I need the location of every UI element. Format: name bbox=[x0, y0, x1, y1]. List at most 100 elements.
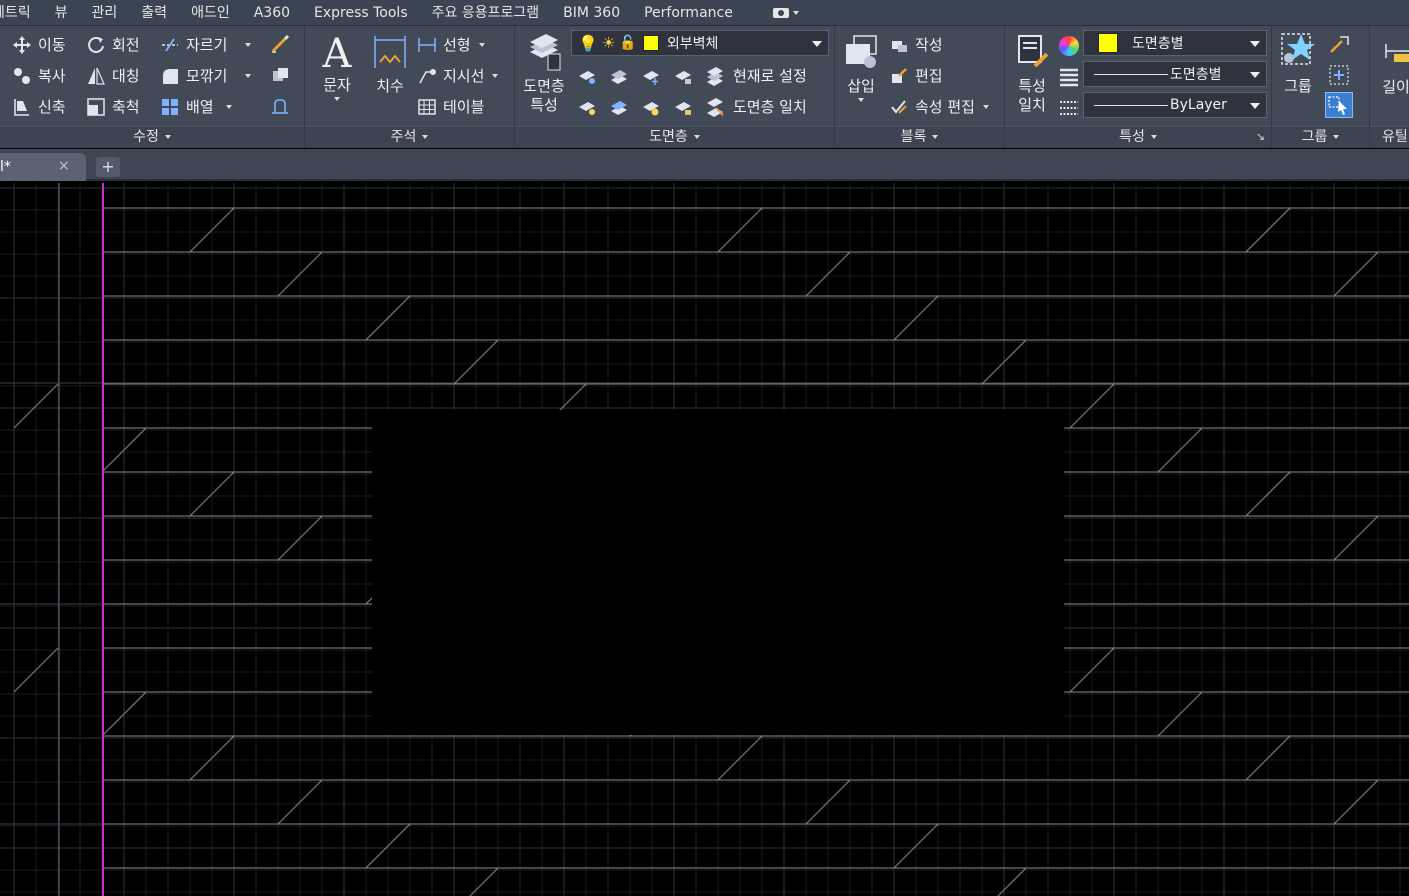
stretch-button[interactable]: 신축 bbox=[12, 96, 66, 117]
ungroup-icon[interactable] bbox=[1328, 34, 1350, 56]
chevron-down-icon bbox=[932, 135, 939, 139]
panel-title-utilities[interactable]: 유틸 bbox=[1370, 126, 1409, 148]
scale-icon bbox=[86, 97, 106, 117]
dimension-button[interactable]: 치수 bbox=[369, 32, 411, 96]
group-selection-icon[interactable] bbox=[1325, 92, 1353, 118]
panel-title-layers-label: 도면층 bbox=[649, 129, 688, 145]
layer-lock-icon[interactable] bbox=[673, 66, 693, 86]
tab-manage[interactable]: 관리 bbox=[80, 0, 130, 26]
explode-icon bbox=[270, 65, 290, 85]
array-icon bbox=[160, 97, 180, 117]
group-button[interactable]: 그룹 bbox=[1276, 30, 1320, 96]
layer-isolate-icon[interactable] bbox=[609, 66, 629, 86]
tab-performance[interactable]: Performance bbox=[632, 0, 745, 26]
tab-express-tools[interactable]: Express Tools bbox=[302, 0, 420, 26]
chevron-down-icon bbox=[812, 41, 822, 47]
tab-geometry[interactable]: 메트릭 bbox=[0, 0, 43, 26]
layer-thaw-icon[interactable] bbox=[641, 97, 661, 117]
layer-unlock-icon[interactable] bbox=[673, 97, 693, 117]
layer-on-icon[interactable] bbox=[577, 97, 597, 117]
edit-block-button[interactable]: 편집 bbox=[889, 65, 943, 86]
group-edit-icon[interactable] bbox=[1328, 64, 1350, 86]
create-block-button[interactable]: 작성 bbox=[889, 34, 943, 55]
panel-title-block[interactable]: 블록 bbox=[835, 126, 1004, 148]
scale-label: 축척 bbox=[112, 98, 140, 116]
chevron-down-icon bbox=[1250, 103, 1260, 109]
layer-tools-row-1: 현재로 설정 bbox=[577, 65, 807, 86]
move-button[interactable]: 이동 bbox=[12, 34, 66, 55]
explode-button[interactable] bbox=[270, 65, 296, 85]
panel-title-properties[interactable]: 특성 ↘ bbox=[1005, 126, 1271, 148]
linetype-dropdown[interactable]: 도면층별 bbox=[1083, 61, 1267, 87]
copy-button[interactable]: 복사 bbox=[12, 65, 66, 86]
measure-button[interactable]: 길이 bbox=[1374, 78, 1409, 97]
edit-attributes-icon bbox=[889, 97, 909, 117]
chevron-down-icon[interactable] bbox=[492, 73, 499, 78]
color-dropdown[interactable]: 도면층별 bbox=[1083, 30, 1267, 56]
layer-match-icon bbox=[705, 97, 725, 117]
tab-view[interactable]: 뷰 bbox=[43, 0, 80, 26]
chevron-down-icon[interactable] bbox=[982, 104, 989, 109]
panel-title-groups[interactable]: 그룹 bbox=[1272, 126, 1369, 148]
chevron-down-icon[interactable] bbox=[225, 104, 232, 109]
chevron-down-icon bbox=[1333, 135, 1340, 139]
layer-properties-label-1: 도면층 bbox=[523, 77, 565, 95]
trim-button[interactable]: 자르기 bbox=[160, 34, 252, 55]
chevron-down-icon[interactable] bbox=[245, 42, 252, 47]
leader-button[interactable]: 지시선 bbox=[417, 65, 499, 86]
text-button[interactable]: A 문자 bbox=[315, 32, 359, 101]
new-tab-button[interactable]: + bbox=[96, 157, 120, 177]
tab-output[interactable]: 출력 bbox=[129, 0, 179, 26]
linear-dimension-button[interactable]: 선형 bbox=[417, 34, 485, 55]
panel-title-modify[interactable]: 수정 bbox=[0, 126, 304, 148]
close-icon[interactable]: × bbox=[58, 158, 70, 174]
panel-title-layers[interactable]: 도면층 bbox=[515, 126, 834, 148]
erase-button[interactable] bbox=[270, 34, 296, 54]
linear-label: 선형 bbox=[443, 36, 471, 54]
color-wheel-icon[interactable] bbox=[1059, 36, 1079, 56]
fillet-button[interactable]: 모깎기 bbox=[160, 65, 252, 86]
text-label: 문자 bbox=[323, 76, 351, 94]
layer-freeze-icon[interactable] bbox=[641, 66, 661, 86]
dialog-launcher-icon[interactable]: ↘ bbox=[1256, 127, 1265, 147]
text-icon: A bbox=[322, 31, 352, 77]
array-button[interactable]: 배열 bbox=[160, 96, 232, 117]
tab-addins[interactable]: 애드인 bbox=[179, 0, 242, 26]
match-properties-icon bbox=[1013, 32, 1051, 77]
match-properties-button[interactable]: 특성 일치 bbox=[1009, 32, 1055, 115]
mirror-button[interactable]: 대칭 bbox=[86, 65, 140, 86]
tab-featured-apps[interactable]: 주요 응용프로그램 bbox=[420, 0, 552, 26]
layer-set-current-icon bbox=[705, 66, 725, 86]
lineweight-value: ByLayer bbox=[1170, 97, 1227, 113]
tab-bim360[interactable]: BIM 360 bbox=[551, 0, 632, 26]
layer-off-icon[interactable] bbox=[577, 66, 597, 86]
dimension-icon bbox=[372, 32, 408, 77]
insert-block-icon bbox=[842, 32, 880, 77]
panel-annotation: A 문자 치수 선형 지시선 테이블 주석 bbox=[305, 26, 515, 148]
move-label: 이동 bbox=[38, 36, 66, 54]
chevron-down-icon[interactable] bbox=[478, 42, 485, 47]
drawing-tab[interactable]: l* × bbox=[0, 153, 86, 181]
scale-button[interactable]: 축척 bbox=[86, 96, 140, 117]
table-button[interactable]: 테이블 bbox=[417, 96, 484, 117]
drawing-canvas[interactable] bbox=[0, 183, 1409, 896]
panel-title-annotation[interactable]: 주석 bbox=[305, 126, 514, 148]
lineweight-dropdown[interactable]: ByLayer bbox=[1083, 92, 1267, 118]
layer-dropdown[interactable]: 💡 ☀ 🔓 외부벽체 bbox=[571, 30, 829, 56]
group-icon bbox=[1279, 30, 1317, 77]
copy-label: 복사 bbox=[38, 67, 66, 85]
insert-button[interactable]: 삽입 bbox=[839, 32, 883, 102]
edit-attributes-button[interactable]: 속성 편집 bbox=[889, 96, 989, 117]
match-layer-button[interactable]: 도면층 일치 bbox=[733, 96, 807, 117]
layer-unisolate-icon[interactable] bbox=[609, 97, 629, 117]
group-label: 그룹 bbox=[1284, 77, 1312, 95]
layer-properties-button[interactable]: 도면층 특성 bbox=[519, 32, 569, 115]
offset-button[interactable] bbox=[270, 96, 296, 116]
tab-a360[interactable]: A360 bbox=[242, 0, 302, 26]
chevron-down-icon bbox=[858, 98, 864, 102]
measure-icon bbox=[1384, 38, 1409, 64]
chevron-down-icon[interactable] bbox=[245, 73, 252, 78]
ribbon-display-toggle[interactable] bbox=[772, 7, 799, 18]
rotate-button[interactable]: 회전 bbox=[86, 34, 140, 55]
set-current-button[interactable]: 현재로 설정 bbox=[733, 65, 807, 86]
